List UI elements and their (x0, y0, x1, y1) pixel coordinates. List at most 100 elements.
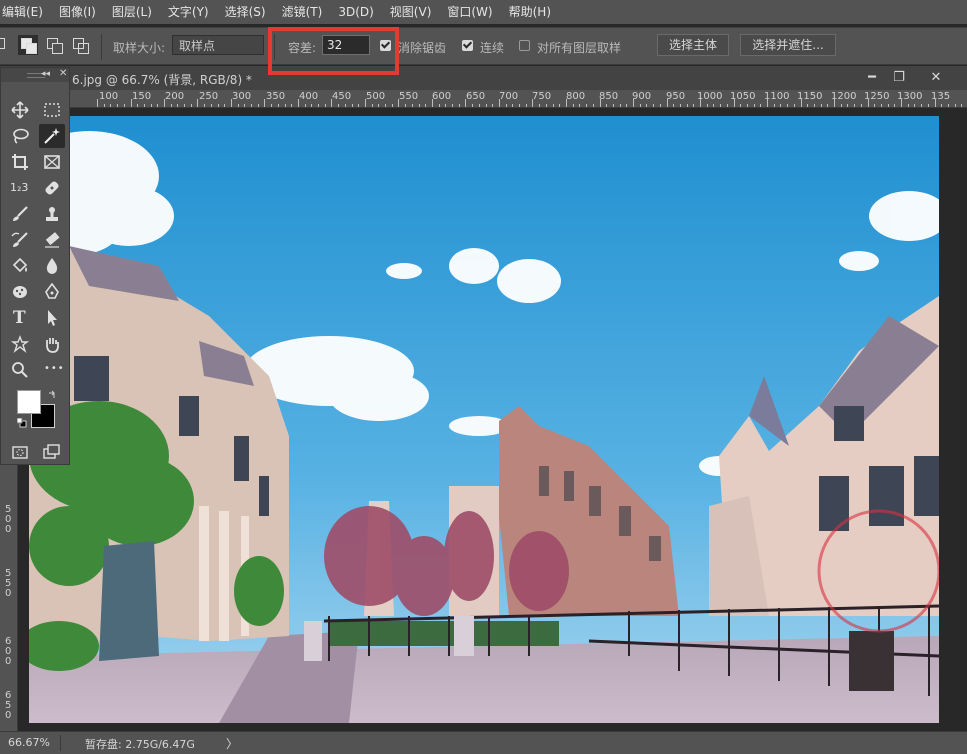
menu-help[interactable]: 帮助(H) (501, 0, 559, 24)
more-tools-icon[interactable]: ••• (39, 358, 65, 382)
horizontal-ruler: 100 150 200 250 300 350 400 450 500 550 … (0, 90, 967, 108)
paint-bucket-tool-icon[interactable] (7, 254, 33, 278)
contiguous-checkbox[interactable] (462, 40, 473, 51)
ruler-tick (814, 104, 815, 107)
quick-mask-icon[interactable] (7, 440, 33, 464)
ruler-tick (197, 99, 198, 107)
subtract-from-selection-icon[interactable] (47, 38, 63, 54)
ruler-tick (372, 104, 373, 107)
ruler-tick (640, 104, 641, 107)
screen-mode-icon[interactable] (39, 440, 65, 464)
ruler-tick (673, 104, 674, 107)
ruler-tick (244, 104, 245, 107)
minimize-icon[interactable]: ━ (860, 69, 884, 87)
ruler-tick (760, 104, 761, 107)
ruler-tick (566, 99, 567, 107)
ruler-tick (935, 99, 936, 107)
foreground-color-swatch[interactable] (17, 390, 41, 414)
ruler-tick (157, 104, 158, 107)
canvas-area[interactable] (18, 108, 967, 731)
menu-image[interactable]: 图像(I) (51, 0, 104, 24)
sample-all-layers-checkbox[interactable] (519, 40, 530, 51)
select-subject-button[interactable]: 选择主体 (657, 34, 729, 56)
move-tool-icon[interactable] (7, 98, 33, 122)
menu-view[interactable]: 视图(V) (382, 0, 440, 24)
custom-shape-tool-icon[interactable] (7, 332, 33, 356)
eraser-tool-icon[interactable] (39, 228, 65, 252)
ruler-tick (486, 104, 487, 107)
clone-stamp-tool-icon[interactable] (39, 202, 65, 226)
menu-type[interactable]: 文字(Y) (160, 0, 217, 24)
restore-icon[interactable]: ❐ (887, 69, 911, 87)
canvas-photo[interactable] (29, 116, 939, 723)
ruler-tick (137, 104, 138, 107)
brush-tool-icon[interactable] (7, 202, 33, 226)
intersect-selection-icon[interactable] (73, 38, 89, 54)
ruler-label: 0 (5, 656, 12, 667)
more-tools-label: ••• (44, 363, 65, 374)
ruler-label: 800 (566, 91, 586, 102)
lasso-tool-icon[interactable] (7, 124, 33, 148)
default-colors-icon[interactable] (17, 418, 27, 428)
collapse-icon[interactable]: ◂◂ (41, 69, 50, 79)
ruler-tick (492, 104, 493, 107)
hand-tool-icon[interactable] (39, 332, 65, 356)
ruler-tick (499, 99, 500, 107)
zoom-tool-icon[interactable] (7, 358, 33, 382)
sample-size-label: 取样大小: (113, 41, 166, 55)
ruler-tick (345, 104, 346, 107)
menu-edit[interactable]: 编辑(E) (0, 0, 51, 24)
blur-tool-icon[interactable] (39, 254, 65, 278)
status-menu-arrow-icon[interactable]: 〉 (226, 735, 238, 752)
healing-brush-tool-icon[interactable] (39, 176, 65, 200)
ruler-tick (693, 104, 694, 107)
path-selection-tool-icon[interactable] (39, 306, 65, 330)
history-brush-tool-icon[interactable] (7, 228, 33, 252)
ruler-label: 400 (299, 91, 319, 102)
document-tab-title[interactable]: 6.jpg @ 66.7% (背景, RGB/8) * (72, 71, 252, 88)
zoom-level[interactable]: 66.67% (8, 736, 50, 749)
ruler-tick (787, 104, 788, 107)
ruler-tick (385, 104, 386, 107)
menu-filter[interactable]: 滤镜(T) (274, 0, 331, 24)
marquee-tool-icon[interactable] (39, 98, 65, 122)
ruler-tick (620, 104, 621, 107)
ruler-tick (908, 104, 909, 107)
ruler-tick (291, 104, 292, 107)
ruler-tick (646, 104, 647, 107)
menu-3d[interactable]: 3D(D) (330, 0, 381, 24)
ruler-tick (713, 104, 714, 107)
ruler-label: 0 (5, 588, 12, 599)
ruler-tick (311, 104, 312, 107)
sample-size-select[interactable]: 取样点 (172, 35, 264, 55)
ruler-tick (117, 104, 118, 107)
menu-select[interactable]: 选择(S) (217, 0, 274, 24)
select-and-mask-button[interactable]: 选择并遮住... (740, 34, 836, 56)
count-tool-icon[interactable]: 1₂3 (7, 176, 33, 200)
ruler-label: 0 (5, 710, 12, 721)
ruler-tick (948, 104, 949, 107)
ruler-tick (667, 99, 668, 107)
menu-window[interactable]: 窗口(W) (439, 0, 500, 24)
ruler-tick (660, 104, 661, 107)
ruler-label: 350 (266, 91, 286, 102)
ruler-tick (177, 104, 178, 107)
sponge-tool-icon[interactable] (7, 280, 33, 304)
type-tool-icon[interactable]: T (7, 306, 33, 330)
menu-layer[interactable]: 图层(L) (104, 0, 160, 24)
ruler-tick (398, 99, 399, 107)
crop-tool-icon[interactable] (7, 150, 33, 174)
add-to-selection-icon[interactable] (18, 35, 38, 55)
frame-tool-icon[interactable] (39, 150, 65, 174)
close-icon[interactable]: ✕ (59, 68, 67, 79)
ruler-tick (600, 99, 601, 107)
ruler-tick (238, 104, 239, 107)
swap-colors-icon[interactable] (47, 390, 57, 400)
ruler-label: 950 (666, 91, 686, 102)
magic-wand-tool-icon[interactable] (39, 124, 65, 148)
tools-panel-header[interactable]: ◂◂ ✕ (1, 68, 69, 82)
pen-tool-icon[interactable] (39, 280, 65, 304)
new-selection-icon[interactable] (0, 38, 8, 52)
close-icon[interactable]: ✕ (924, 69, 948, 87)
ruler-label: 650 (466, 91, 486, 102)
